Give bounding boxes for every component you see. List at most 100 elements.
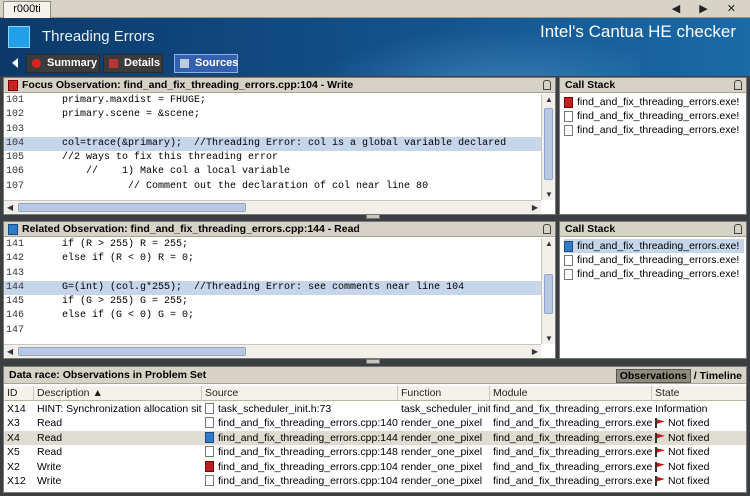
tab-bar-controls[interactable]: ◀ ▶ ✕ [672, 2, 744, 15]
red-flag-icon [657, 419, 665, 424]
pin-icon[interactable] [543, 80, 551, 90]
cell-state: Not fixed [652, 460, 746, 474]
scroll-thumb[interactable] [544, 108, 553, 180]
flag-pole-icon [655, 432, 657, 443]
code-line[interactable]: 105 //2 ways to fix this threading error [4, 151, 541, 165]
column-header-function[interactable]: Function [398, 386, 490, 401]
code-line[interactable]: 146 else if (G < 0) G = 0; [4, 309, 541, 323]
related-observation-pane: Related Observation: find_and_fix_thread… [3, 221, 556, 359]
cell-text: Read [37, 446, 63, 459]
pin-icon[interactable] [734, 224, 742, 234]
cell-desc: Read [34, 431, 202, 445]
line-number: 103 [6, 123, 25, 135]
cell-text: X14 [7, 403, 26, 415]
scroll-left-icon[interactable]: ◀ [7, 347, 13, 356]
scroll-down-icon[interactable]: ▼ [545, 334, 553, 343]
call-stack-frame[interactable]: find_and_fix_threading_errors.exe! [564, 267, 744, 281]
back-arrow-icon[interactable] [12, 58, 18, 68]
view-switcher: Observations / Timeline [615, 368, 742, 383]
vertical-scrollbar[interactable]: ▲ ▼ [541, 94, 555, 200]
focus-observation-title: Focus Observation: find_and_fix_threadin… [22, 79, 354, 91]
splitter-handle[interactable] [366, 214, 380, 219]
scroll-down-icon[interactable]: ▼ [545, 190, 553, 199]
pin-icon[interactable] [543, 224, 551, 234]
horizontal-scrollbar[interactable]: ◀ ▶ [4, 200, 541, 214]
cell-text: render_one_pixel [401, 417, 483, 430]
summary-label: Summary [47, 57, 98, 69]
sources-button[interactable]: Sources [174, 54, 238, 73]
scroll-right-icon[interactable]: ▶ [532, 203, 538, 212]
cell-source: task_scheduler_init.h:73 [202, 402, 398, 416]
related-source-code[interactable]: 141 if (R > 255) R = 255; 142 else if (R … [4, 238, 541, 338]
code-line[interactable]: 107 // Comment out the declaration of co… [4, 180, 541, 194]
code-line[interactable]: 142 else if (R < 0) R = 0; [4, 252, 541, 266]
cell-text: find_and_fix_threading_errors.cpp:104 [218, 460, 398, 473]
horizontal-scrollbar[interactable]: ◀ ▶ [4, 344, 541, 358]
call-stack-frame-label: find_and_fix_threading_errors.exe! [577, 254, 740, 266]
cell-id: X5 [4, 445, 34, 459]
table-row[interactable]: X14 HINT: Synchronization allocation site… [4, 402, 746, 416]
column-header-id[interactable]: ID [4, 386, 34, 401]
cell-source: find_and_fix_threading_errors.cpp:104 [202, 460, 398, 474]
line-number: 107 [6, 180, 25, 192]
code-line[interactable]: 143 [4, 267, 541, 281]
highlighted-code-line[interactable]: 144 G=(int) (col.g*255); //Threading Err… [4, 280, 541, 296]
cell-text: HINT: Synchronization allocation site [37, 403, 202, 415]
code-line[interactable]: 141 if (R > 255) R = 255; [4, 238, 541, 252]
call-stack-frame[interactable]: find_and_fix_threading_errors.exe! [564, 253, 744, 267]
document-tab[interactable]: r000ti [3, 1, 51, 18]
table-row[interactable]: X4 Read find_and_fix_threading_errors.cpp:… [4, 430, 746, 445]
tab-observations[interactable]: Observations [615, 369, 691, 383]
code-text: // Comment out the declaration of col ne… [38, 180, 429, 192]
code-line[interactable]: 145 if (G > 255) G = 255; [4, 295, 541, 309]
table-row[interactable]: X5 Read find_and_fix_threading_errors.cpp:… [4, 445, 746, 459]
cell-text: Read [37, 431, 63, 444]
line-number: 142 [6, 253, 25, 265]
code-line[interactable]: 101 primary.maxdist = FHUGE; [4, 94, 541, 108]
cell-module: find_and_fix_threading_errors.exe [490, 445, 652, 459]
call-stack-frame[interactable]: find_and_fix_threading_errors.exe! [564, 109, 744, 123]
scroll-thumb[interactable] [18, 347, 246, 356]
column-header-module[interactable]: Module [490, 386, 652, 401]
scroll-up-icon[interactable]: ▲ [545, 95, 553, 104]
call-stack-frame[interactable]: find_and_fix_threading_errors.exe! [564, 239, 744, 253]
column-header-state[interactable]: State [652, 386, 748, 401]
cell-text: find_and_fix_threading_errors.cpp:140 [218, 417, 398, 430]
column-header-source[interactable]: Source [202, 386, 398, 401]
highlighted-code-line[interactable]: 104 col=trace(&primary); //Threading Err… [4, 136, 541, 152]
column-header-description[interactable]: Description ▲ [34, 386, 202, 401]
red-flag-icon [657, 448, 665, 453]
cell-state: Not fixed [652, 474, 746, 488]
call-stack-frame[interactable]: find_and_fix_threading_errors.exe! [564, 123, 744, 137]
cell-state: Not fixed [652, 445, 746, 459]
vertical-scrollbar[interactable]: ▲ ▼ [541, 238, 555, 344]
pin-icon[interactable] [734, 80, 742, 90]
write-source-icon [8, 80, 18, 91]
details-button[interactable]: Details [103, 54, 163, 73]
code-line[interactable]: 147 [4, 324, 541, 338]
scroll-thumb[interactable] [18, 203, 246, 212]
table-row[interactable]: X2 Write find_and_fix_threading_errors.cpp… [4, 460, 746, 474]
code-line[interactable]: 102 primary.scene = &scene; [4, 108, 541, 122]
cell-text: X5 [7, 446, 20, 459]
call-stack-pane-top: Call Stack find_and_fix_threading_errors… [559, 77, 747, 215]
table-row[interactable]: X3 Read find_and_fix_threading_errors.cpp:… [4, 416, 746, 430]
scroll-right-icon[interactable]: ▶ [532, 347, 538, 356]
call-stack-pane-bottom: Call Stack find_and_fix_threading_errors… [559, 221, 747, 359]
table-row[interactable]: X12 Write find_and_fix_threading_errors.cp… [4, 474, 746, 488]
scroll-up-icon[interactable]: ▲ [545, 239, 553, 248]
summary-button[interactable]: Summary [26, 54, 100, 73]
code-line[interactable]: 106 // 1) Make col a local variable [4, 165, 541, 179]
focus-source-code[interactable]: 101 primary.maxdist = FHUGE; 102 primary.… [4, 94, 541, 194]
scroll-left-icon[interactable]: ◀ [7, 203, 13, 212]
scroll-thumb[interactable] [544, 274, 553, 314]
call-stack-frame-label: find_and_fix_threading_errors.exe! [577, 96, 740, 108]
file-icon [564, 111, 573, 122]
red-flag-icon [657, 433, 665, 439]
code-text: if (G > 255) G = 255; [38, 296, 189, 308]
tab-timeline[interactable]: Timeline [700, 370, 742, 382]
call-stack-title-bar: Call Stack [560, 222, 746, 237]
splitter-handle[interactable] [366, 359, 380, 364]
code-line[interactable]: 103 [4, 123, 541, 137]
call-stack-frame[interactable]: find_and_fix_threading_errors.exe! [564, 95, 744, 109]
